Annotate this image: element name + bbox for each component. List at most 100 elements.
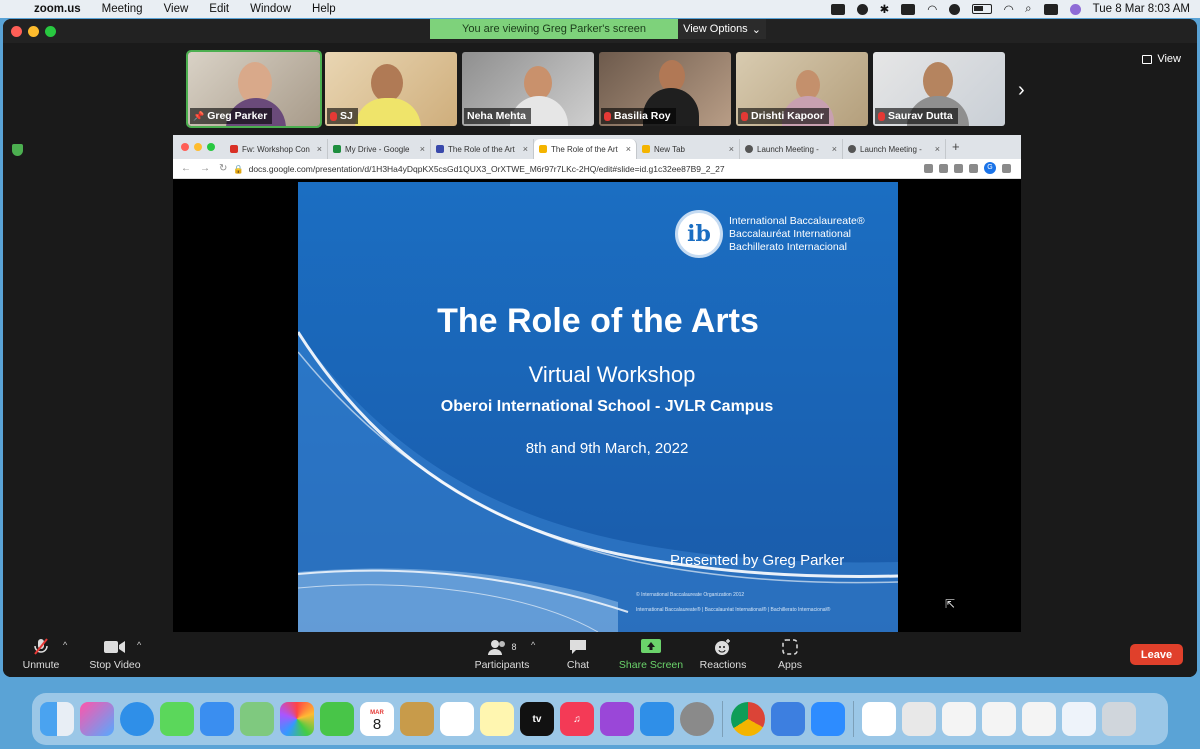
mail-icon[interactable] (200, 702, 234, 736)
spotlight-search-icon[interactable]: ⌕ (1025, 3, 1031, 16)
launchpad-icon[interactable] (80, 702, 114, 736)
browser-tab-active[interactable]: The Role of the Art × (534, 139, 637, 159)
headphones-icon[interactable]: ◠ (927, 2, 937, 16)
participant-tile[interactable]: Saurav Dutta (873, 52, 1005, 126)
browser-tab[interactable]: Fw: Workshop Con × (225, 139, 328, 159)
safari-icon[interactable] (120, 702, 154, 736)
url-input[interactable]: 🔒 docs.google.com/presentation/d/1H3Ha4y… (233, 162, 893, 176)
contacts-icon[interactable] (901, 3, 916, 15)
participants-options-caret-icon[interactable]: ^ (531, 640, 535, 650)
ib-logo-line: Baccalauréat International (729, 227, 851, 240)
menu-item-window[interactable]: Window (250, 3, 291, 15)
zoom-app-icon[interactable] (811, 702, 845, 736)
close-tab-icon[interactable]: × (420, 144, 425, 154)
browser-tab[interactable]: My Drive - Google × (328, 139, 431, 159)
browser-tab[interactable]: The Role of the Art × (431, 139, 534, 159)
reload-icon[interactable]: ↻ (219, 163, 227, 174)
close-window-button[interactable] (11, 26, 22, 37)
close-tab-icon[interactable]: × (832, 144, 837, 154)
close-tab-icon[interactable]: × (626, 144, 631, 154)
browser-tab[interactable]: Launch Meeting - × (740, 139, 843, 159)
minimize-window-button[interactable] (28, 26, 39, 37)
menu-clock[interactable]: Tue 8 Mar 8:03 AM (1093, 3, 1190, 15)
back-arrow-icon[interactable]: ← (181, 163, 191, 174)
messages-icon[interactable] (160, 702, 194, 736)
participant-tile[interactable]: Drishti Kapoor (736, 52, 868, 126)
apps-button[interactable]: Apps (775, 638, 805, 671)
menu-item-view[interactable]: View (164, 3, 189, 15)
participant-name-tag: Neha Mehta (464, 108, 531, 124)
document-file-icon[interactable] (1022, 702, 1056, 736)
control-center-icon[interactable] (1043, 3, 1058, 15)
participant-tile[interactable]: Neha Mehta (462, 52, 594, 126)
view-options-button[interactable]: View Options ⌄ (678, 19, 766, 39)
notes-icon[interactable] (480, 702, 514, 736)
participant-tile[interactable]: SJ (325, 52, 457, 126)
browser-tab[interactable]: New Tab × (637, 139, 740, 159)
apple-tv-icon[interactable]: tv (520, 702, 554, 736)
user-icon[interactable] (949, 3, 961, 15)
puzzle-icon[interactable] (969, 163, 978, 173)
photos-icon[interactable] (280, 702, 314, 736)
audio-options-caret-icon[interactable]: ^ (63, 640, 67, 650)
close-tab-icon[interactable]: × (729, 144, 734, 154)
participant-tile[interactable]: 📌 Greg Parker (186, 50, 322, 128)
airdrop-icon[interactable] (856, 3, 868, 15)
reminders-icon[interactable] (440, 702, 474, 736)
qr-code-file-icon[interactable] (862, 702, 896, 736)
new-tab-button[interactable]: + (946, 139, 960, 159)
view-layout-button[interactable]: View (1142, 53, 1181, 65)
participant-name: Drishti Kapoor (751, 110, 824, 122)
wifi-icon[interactable]: ◜◝ (1004, 2, 1013, 16)
screenshot-file-icon[interactable] (902, 702, 936, 736)
document-file-icon[interactable] (942, 702, 976, 736)
profile-avatar[interactable]: G (984, 162, 996, 174)
siri-icon[interactable] (1069, 3, 1081, 15)
podcasts-icon[interactable] (600, 702, 634, 736)
forward-arrow-icon[interactable]: → (200, 163, 210, 174)
browser-maximize-button[interactable] (207, 143, 215, 151)
contacts-app-icon[interactable] (400, 702, 434, 736)
menu-item-edit[interactable]: Edit (209, 3, 229, 15)
stop-video-button[interactable]: Stop Video (87, 638, 143, 671)
chat-button[interactable]: Chat (563, 638, 593, 671)
reactions-button[interactable]: Reactions (699, 638, 747, 671)
facetime-icon[interactable] (320, 702, 354, 736)
trash-icon[interactable] (1102, 702, 1136, 736)
menu-item-meeting[interactable]: Meeting (102, 3, 143, 15)
maps-icon[interactable] (240, 702, 274, 736)
chrome-icon[interactable] (731, 702, 765, 736)
menu-app-name[interactable]: zoom.us (34, 3, 81, 15)
document-file-icon[interactable] (982, 702, 1016, 736)
system-preferences-icon[interactable] (680, 702, 714, 736)
finder-icon[interactable] (40, 702, 74, 736)
battery-icon[interactable] (972, 4, 993, 14)
participant-tile[interactable]: Basilia Roy (599, 52, 731, 126)
close-tab-icon[interactable]: × (935, 144, 940, 154)
share-screen-button[interactable]: Share Screen (617, 638, 685, 671)
participants-button[interactable]: 8 Participants (471, 638, 533, 671)
share-icon[interactable] (924, 163, 933, 173)
chevron-right-icon[interactable]: › (1018, 79, 1025, 102)
bookmark-star-icon[interactable] (939, 163, 948, 173)
bluetooth-icon[interactable]: ✱ (880, 2, 890, 16)
music-icon[interactable]: ♫ (560, 702, 594, 736)
app-store-icon[interactable] (640, 702, 674, 736)
close-tab-icon[interactable]: × (523, 144, 528, 154)
unmute-button[interactable]: Unmute (21, 638, 61, 671)
maximize-window-button[interactable] (45, 26, 56, 37)
keynote-icon[interactable] (771, 702, 805, 736)
leave-meeting-button[interactable]: Leave (1130, 644, 1183, 665)
close-tab-icon[interactable]: × (317, 144, 322, 154)
calendar-icon[interactable]: MAR 8 (360, 702, 394, 736)
downloads-folder-icon[interactable] (1062, 702, 1096, 736)
browser-close-button[interactable] (181, 143, 189, 151)
menu-item-help[interactable]: Help (312, 3, 336, 15)
kebab-menu-icon[interactable] (1002, 163, 1011, 173)
security-shield-icon[interactable] (12, 144, 23, 156)
browser-tab[interactable]: Launch Meeting - × (843, 139, 946, 159)
zoom-status-icon[interactable] (830, 3, 845, 15)
extension-icon[interactable] (954, 163, 963, 173)
browser-minimize-button[interactable] (194, 143, 202, 151)
video-options-caret-icon[interactable]: ^ (137, 640, 141, 650)
